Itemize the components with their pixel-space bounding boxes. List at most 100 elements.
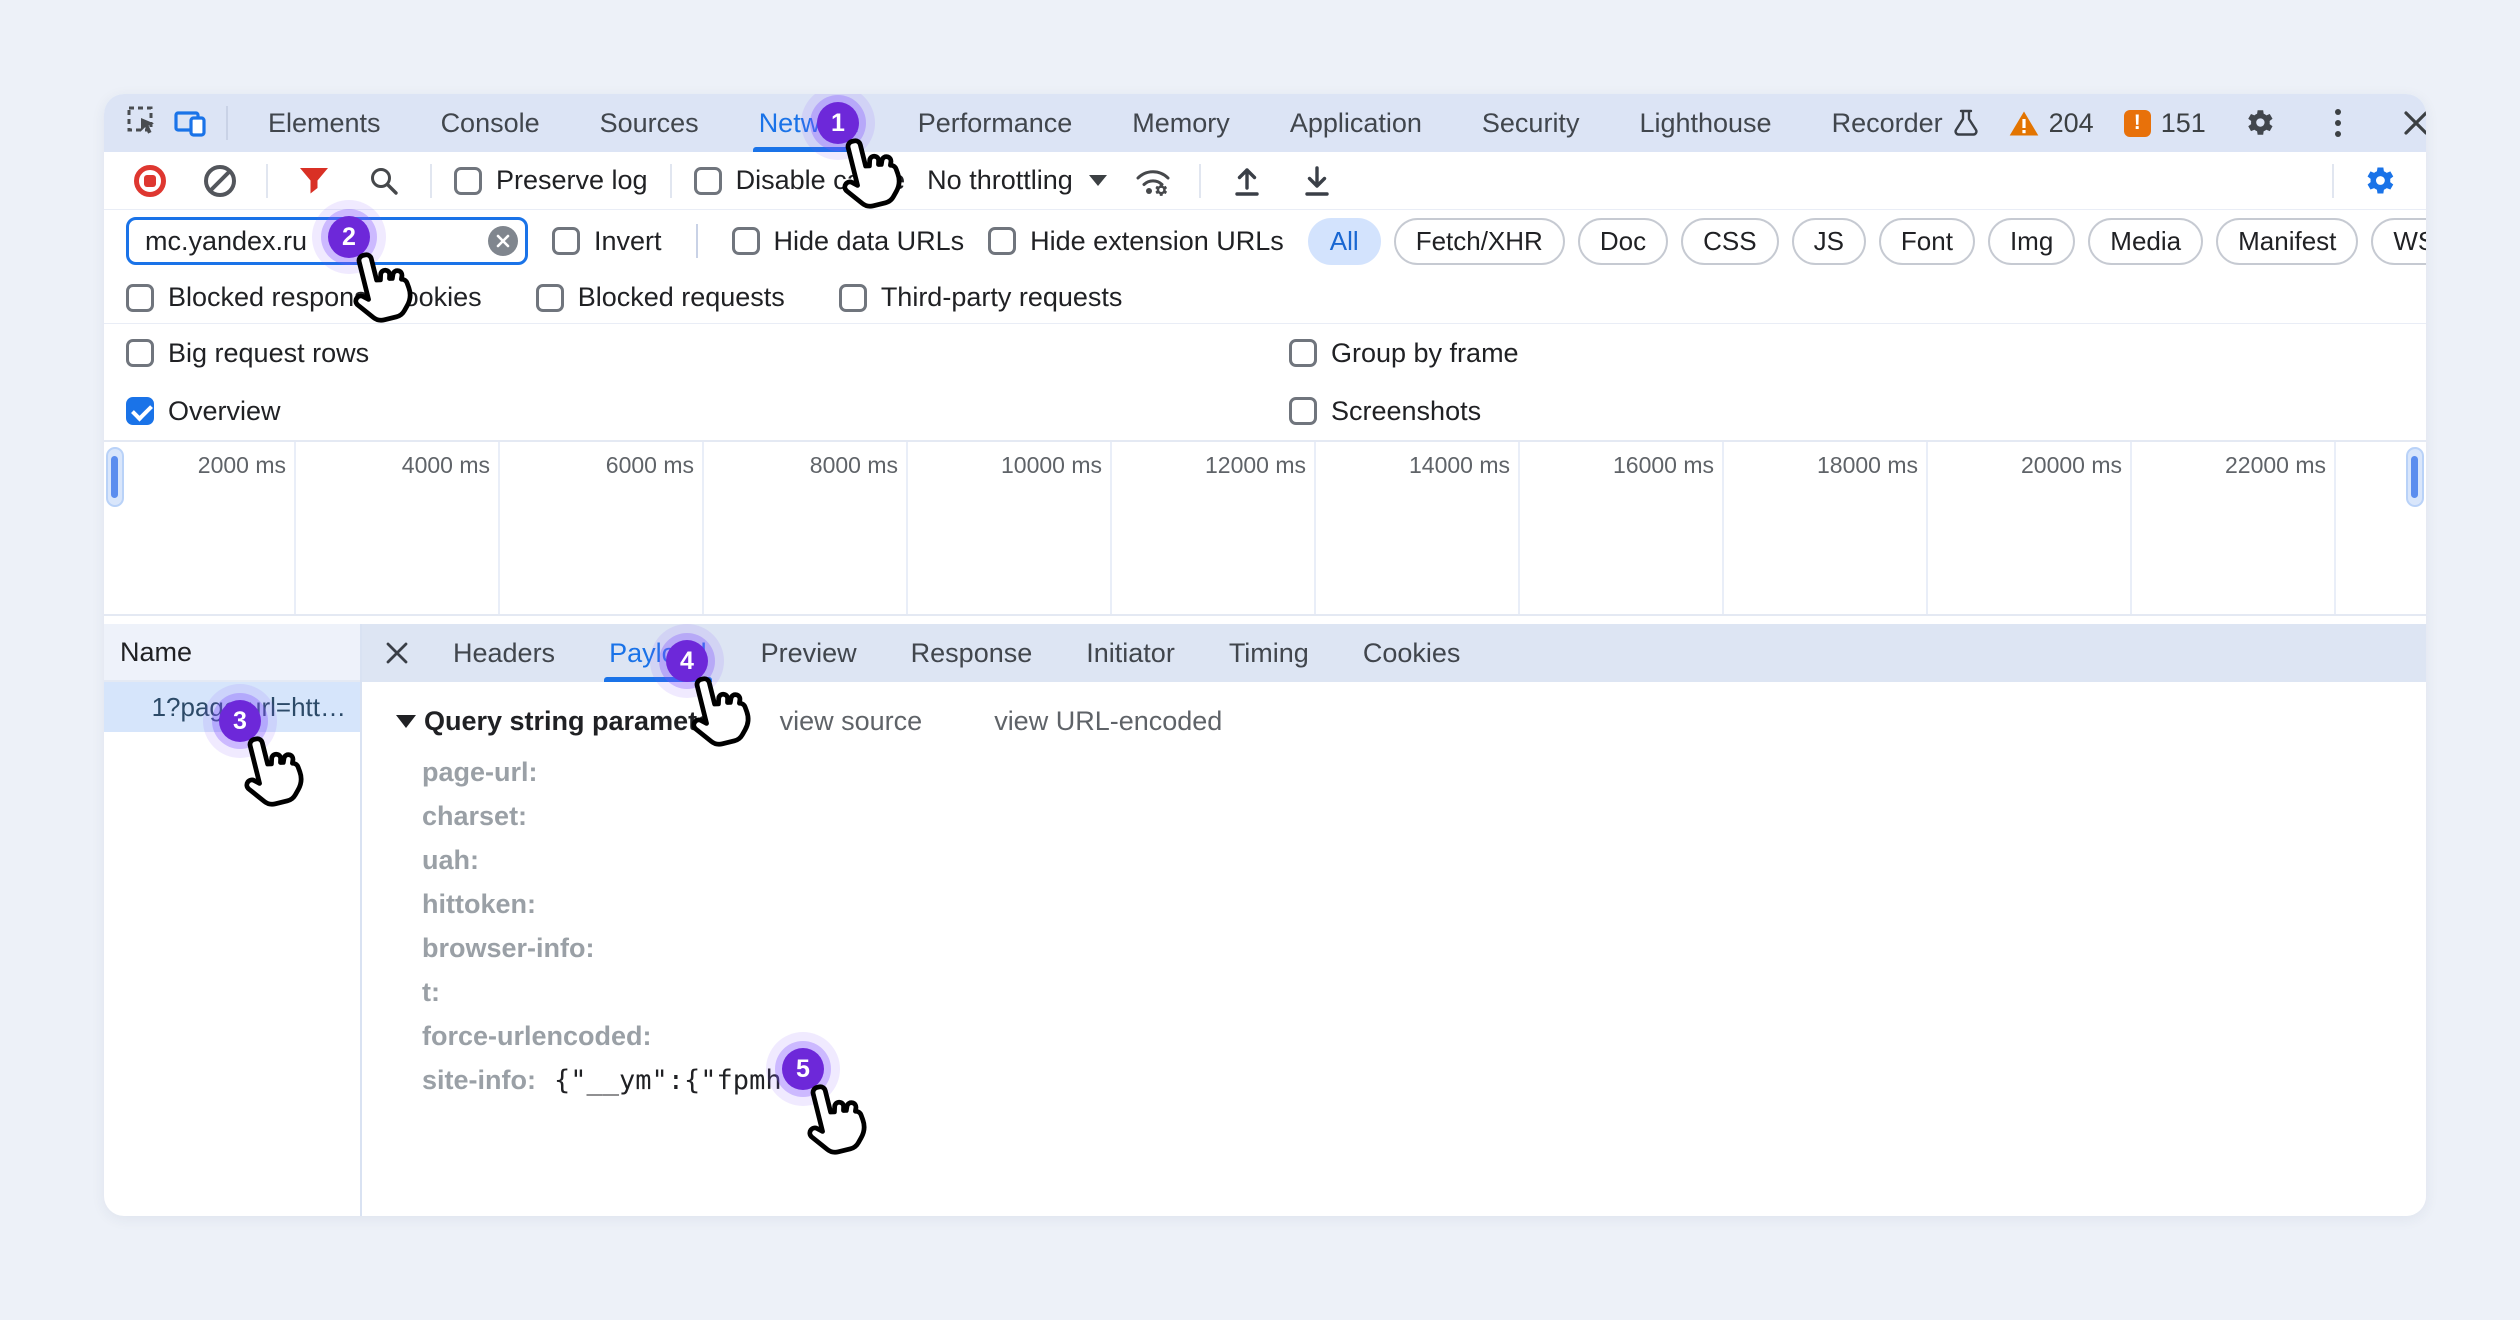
tab-performance[interactable]: Performance — [888, 94, 1103, 152]
filter-input[interactable] — [126, 217, 528, 265]
details-tab-response[interactable]: Response — [884, 624, 1060, 682]
details-tab-initiator[interactable]: Initiator — [1059, 624, 1202, 682]
request-details-panel: Headers Payload Preview Response Initiat… — [362, 624, 2426, 1216]
group-by-frame-checkbox[interactable]: Group by frame — [1289, 338, 1519, 369]
options-row-1: Big request rows Group by frame — [104, 324, 2426, 382]
network-conditions-button[interactable] — [1129, 157, 1177, 205]
warnings-counter[interactable]: 204 — [2009, 108, 2094, 139]
timeline-tick: 22000 ms — [2132, 442, 2336, 614]
details-tab-headers[interactable]: Headers — [426, 624, 582, 682]
payload-param-row: force-urlencoded: — [422, 1014, 2426, 1058]
big-request-rows-checkbox[interactable]: Big request rows — [126, 338, 369, 369]
blocked-filters-row: Blocked response cookies Blocked request… — [104, 272, 2426, 324]
blocked-response-cookies-checkbox[interactable]: Blocked response cookies — [126, 282, 482, 313]
chip-ws[interactable]: WS — [2371, 218, 2426, 265]
chip-fetch-xhr[interactable]: Fetch/XHR — [1394, 218, 1565, 265]
more-options-button[interactable] — [2314, 99, 2362, 147]
third-party-requests-checkbox[interactable]: Third-party requests — [839, 282, 1123, 313]
throttling-value: No throttling — [927, 165, 1073, 196]
overview-label: Overview — [168, 396, 281, 427]
preserve-log-checkbox[interactable]: Preserve log — [454, 165, 648, 196]
details-tab-timing[interactable]: Timing — [1202, 624, 1336, 682]
import-har-button[interactable] — [1223, 157, 1271, 205]
view-source-link[interactable]: view source — [780, 706, 923, 737]
issues-counter[interactable]: ! 151 — [2124, 108, 2206, 139]
hide-extension-urls-checkbox[interactable]: Hide extension URLs — [988, 226, 1284, 257]
warning-triangle-icon — [2009, 110, 2039, 137]
tab-console[interactable]: Console — [411, 94, 570, 152]
toggle-device-toolbar-button[interactable] — [168, 99, 216, 147]
close-details-button[interactable] — [368, 641, 426, 665]
tab-application[interactable]: Application — [1260, 94, 1452, 152]
network-settings-button[interactable] — [2356, 157, 2404, 205]
search-icon — [368, 165, 400, 197]
screenshots-label: Screenshots — [1331, 396, 1481, 427]
divider — [696, 224, 698, 258]
spacer-row — [104, 616, 2426, 624]
tab-sources[interactable]: Sources — [570, 94, 729, 152]
throttling-dropdown[interactable]: No throttling — [927, 165, 1107, 196]
checkbox-box — [552, 227, 580, 255]
filter-toggle-button[interactable] — [290, 157, 338, 205]
divider — [2332, 164, 2334, 198]
tab-elements[interactable]: Elements — [238, 94, 411, 152]
timeline-tick: 12000 ms — [1112, 442, 1316, 614]
chip-css[interactable]: CSS — [1681, 218, 1778, 265]
issues-icon: ! — [2124, 110, 2151, 137]
clear-filter-button[interactable] — [488, 226, 518, 256]
details-tab-cookies[interactable]: Cookies — [1336, 624, 1488, 682]
timeline-right-handle[interactable] — [2406, 447, 2424, 507]
tab-lighthouse[interactable]: Lighthouse — [1609, 94, 1801, 152]
group-by-frame-label: Group by frame — [1331, 338, 1519, 369]
export-har-button[interactable] — [1293, 157, 1341, 205]
chip-manifest[interactable]: Manifest — [2216, 218, 2358, 265]
close-icon — [2402, 109, 2426, 137]
payload-param-row: page-url: — [422, 750, 2426, 794]
timeline-tick: 4000 ms — [296, 442, 500, 614]
param-key: page-url: — [422, 757, 538, 788]
request-type-chips: All Fetch/XHR Doc CSS JS Font Img Media … — [1308, 218, 2426, 265]
invert-label: Invert — [594, 226, 662, 257]
tab-recorder-label: Recorder — [1832, 94, 1943, 152]
chip-doc[interactable]: Doc — [1578, 218, 1668, 265]
close-devtools-button[interactable] — [2392, 99, 2426, 147]
record-network-log-button[interactable] — [126, 157, 174, 205]
chip-all[interactable]: All — [1308, 218, 1381, 265]
payload-param-row: site-info: {"__ym":{"fpmh": — [422, 1058, 2426, 1102]
gear-icon-active — [2362, 163, 2398, 199]
chip-media[interactable]: Media — [2088, 218, 2203, 265]
gear-icon — [2243, 106, 2277, 140]
divider — [670, 164, 672, 198]
warning-count: 204 — [2049, 108, 2094, 139]
chip-font[interactable]: Font — [1879, 218, 1975, 265]
clear-network-log-button[interactable] — [196, 157, 244, 205]
details-tab-preview[interactable]: Preview — [734, 624, 884, 682]
settings-button[interactable] — [2236, 99, 2284, 147]
invert-checkbox[interactable]: Invert — [552, 226, 662, 257]
network-overview-timeline[interactable]: 2000 ms 4000 ms 6000 ms 8000 ms 10000 ms… — [104, 440, 2426, 616]
view-url-encoded-link[interactable]: view URL-encoded — [994, 706, 1222, 737]
checkbox-box — [1289, 397, 1317, 425]
payload-content: Query string parameters view source view… — [362, 682, 2426, 1216]
payload-param-row: t: — [422, 970, 2426, 1014]
chip-js[interactable]: JS — [1792, 218, 1866, 265]
screenshots-checkbox[interactable]: Screenshots — [1289, 396, 1481, 427]
timeline-left-handle[interactable] — [106, 447, 124, 507]
tab-recorder[interactable]: Recorder — [1802, 94, 2009, 152]
search-network-button[interactable] — [360, 157, 408, 205]
tab-memory[interactable]: Memory — [1102, 94, 1260, 152]
name-column-header[interactable]: Name — [104, 624, 360, 682]
hide-data-urls-checkbox[interactable]: Hide data URLs — [732, 226, 965, 257]
checkbox-box — [988, 227, 1016, 255]
overview-checkbox[interactable]: Overview — [126, 396, 281, 427]
chip-img[interactable]: Img — [1988, 218, 2075, 265]
inspect-element-button[interactable] — [120, 99, 168, 147]
payload-param-row: hittoken: — [422, 882, 2426, 926]
param-key: uah: — [422, 845, 479, 876]
options-row-2: Overview Screenshots — [104, 382, 2426, 440]
tab-security[interactable]: Security — [1452, 94, 1610, 152]
collapse-caret-icon[interactable] — [396, 715, 416, 728]
param-key: site-info: — [422, 1065, 536, 1096]
checkbox-box — [536, 284, 564, 312]
blocked-requests-checkbox[interactable]: Blocked requests — [536, 282, 785, 313]
